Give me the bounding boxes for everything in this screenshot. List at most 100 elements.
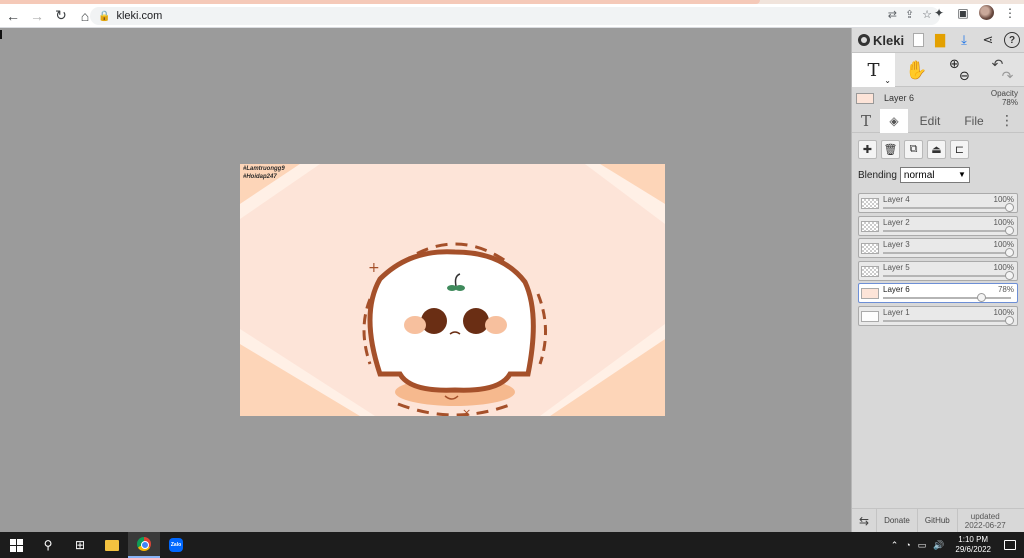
start-button[interactable] [0, 532, 32, 558]
layer-opacity-slider[interactable] [883, 274, 1011, 277]
windows-taskbar: ⚲ ⊞ Zalo ⌃ ◔ ▭ 🔊 1:10 PM 29/6/2022 [0, 532, 1024, 558]
layer-opacity-value: 100% [993, 262, 1014, 272]
blending-select[interactable]: normal ▼ [899, 167, 970, 183]
volume-icon[interactable]: 🔊 [933, 540, 944, 551]
save-icon[interactable]: ▇ [932, 32, 948, 48]
kleki-logo-icon [858, 34, 870, 46]
download-icon[interactable]: ⤓ [956, 32, 972, 48]
opacity-value: 78% [1001, 98, 1018, 107]
battery-icon[interactable]: ▭ [918, 540, 927, 551]
more-menu-icon[interactable]: ⋮ [996, 109, 1018, 133]
plus-icon: ✚ [862, 143, 873, 156]
brand-row: Kleki ▇ ⤓ ⋖ ? [852, 28, 1024, 52]
layer-opacity-slider[interactable] [883, 319, 1011, 322]
layer-row[interactable]: Layer 6 78% [858, 283, 1018, 303]
trash-icon: 🗑 [883, 143, 898, 156]
taskbar-clock[interactable]: 1:10 PM 29/6/2022 [955, 535, 991, 555]
layer-opacity-value: 78% [997, 285, 1014, 294]
layer-opacity-knob[interactable] [1005, 270, 1014, 280]
layer-opacity-slider[interactable] [883, 252, 1011, 254]
layer-opacity-slider[interactable] [883, 207, 1011, 209]
zoom-buttons: ⊕ ⊖ [938, 53, 981, 87]
new-image-icon[interactable] [913, 33, 924, 47]
layer-row[interactable]: Layer 4 100% [858, 193, 1018, 213]
layer-thumbnail [861, 288, 879, 299]
blending-label: Blending [858, 169, 897, 181]
character-body [367, 249, 536, 393]
chrome-icon [137, 537, 151, 551]
panel-tabs: T ◈ Edit File ⋮ [852, 108, 1024, 133]
task-view-button[interactable]: ⊞ [64, 532, 96, 558]
sidepanel-icon[interactable]: ▣ [955, 6, 971, 20]
current-layer-thumbnail [856, 92, 874, 104]
rename-layer-button[interactable]: ⊏ [950, 139, 969, 159]
forward-button[interactable]: → [26, 5, 48, 27]
delete-layer-button[interactable]: 🗑 [881, 139, 900, 159]
layer-thumbnail [861, 243, 879, 254]
file-explorer-button[interactable] [96, 532, 128, 558]
merge-layer-button[interactable]: ⏏ [927, 139, 946, 159]
help-icon[interactable]: ? [1004, 32, 1020, 48]
reload-button[interactable]: ↻ [50, 5, 72, 27]
drawing-workspace[interactable]: + × #Lamtruongg9 #Hoidap247 [0, 28, 851, 532]
layer-opacity-knob[interactable] [1005, 248, 1014, 257]
network-icon[interactable]: ◔ [905, 540, 910, 550]
search-button[interactable]: ⚲ [32, 532, 64, 558]
redo-icon[interactable]: ↷ [1002, 69, 1014, 83]
layer-row[interactable]: Layer 2 100% [858, 215, 1018, 236]
donate-link[interactable]: Donate [877, 508, 918, 533]
layer-actions: ✚ 🗑 ⧉ ⏏ ⊏ [852, 133, 1024, 165]
tab-tool-settings[interactable]: T [852, 109, 880, 133]
task-view-icon: ⊞ [74, 538, 86, 552]
add-layer-button[interactable]: ✚ [858, 139, 877, 159]
swap-side-icon[interactable]: ⇆ [852, 508, 878, 533]
layer-opacity-slider[interactable] [883, 297, 1011, 299]
profile-avatar[interactable] [979, 5, 994, 20]
layer-name: Layer 6 [883, 285, 910, 294]
kleki-logo[interactable]: Kleki [858, 33, 904, 48]
drawing-canvas[interactable]: + × #Lamtruongg9 #Hoidap247 [240, 164, 665, 416]
layer-opacity-knob[interactable] [1005, 203, 1014, 212]
layer-name: Layer 5 [883, 262, 910, 272]
layer-opacity-knob[interactable] [977, 293, 987, 302]
zalo-icon: Zalo [169, 538, 183, 552]
layer-row[interactable]: Layer 3 100% [858, 238, 1018, 258]
notification-icon[interactable] [1004, 540, 1016, 550]
translate-icon[interactable]: ⇄ [888, 8, 897, 21]
zoom-out-icon[interactable]: ⊖ [959, 69, 970, 82]
hand-tool-button[interactable]: ✋ [895, 53, 938, 87]
url-text[interactable]: kleki.com [116, 10, 162, 22]
chevron-up-icon[interactable]: ⌃ [891, 540, 899, 551]
text-tool-icon: T [860, 111, 871, 130]
layer-opacity-slider[interactable] [883, 229, 1011, 232]
text-tool-button[interactable]: T ⌄ [852, 53, 895, 87]
layer-thumbnail [861, 220, 879, 232]
share-icon[interactable]: ⋖ [980, 32, 996, 48]
lock-icon[interactable]: 🔒 [98, 11, 110, 22]
tab-layers[interactable]: ◈ [880, 108, 908, 133]
folder-icon [105, 539, 119, 551]
tab-edit[interactable]: Edit [908, 109, 952, 133]
address-bar[interactable]: 🔒 kleki.com ⇄ ⇪ ☆ [90, 7, 940, 25]
github-link[interactable]: GitHub [918, 508, 958, 533]
layers-icon: ◈ [889, 113, 899, 128]
chrome-taskbar-button[interactable] [128, 532, 160, 558]
hand-icon: ✋ [905, 59, 928, 80]
tab-file[interactable]: File [952, 109, 996, 133]
system-tray: ⌃ ◔ ▭ 🔊 1:10 PM 29/6/2022 [891, 532, 1024, 558]
layer-row[interactable]: Layer 5 100% [858, 260, 1018, 281]
duplicate-layer-button[interactable]: ⧉ [904, 139, 923, 159]
menu-icon[interactable]: ⋮ [1002, 6, 1018, 20]
share-icon[interactable]: ⇪ [905, 8, 914, 21]
watermark-text-1: #Lamtruongg9 [243, 166, 285, 172]
back-button[interactable]: ← [2, 5, 24, 27]
layer-opacity-knob[interactable] [1005, 225, 1014, 235]
chevron-down-icon: ▼ [958, 170, 966, 179]
rename-icon: ⊏ [954, 143, 965, 156]
layer-opacity-knob[interactable] [1005, 315, 1014, 325]
zalo-taskbar-button[interactable]: Zalo [160, 532, 192, 558]
extensions-icon[interactable]: ✦ [931, 6, 947, 20]
layer-name: Layer 3 [883, 240, 910, 249]
duplicate-icon: ⧉ [909, 142, 918, 155]
layer-row[interactable]: Layer 1 100% [858, 305, 1018, 326]
